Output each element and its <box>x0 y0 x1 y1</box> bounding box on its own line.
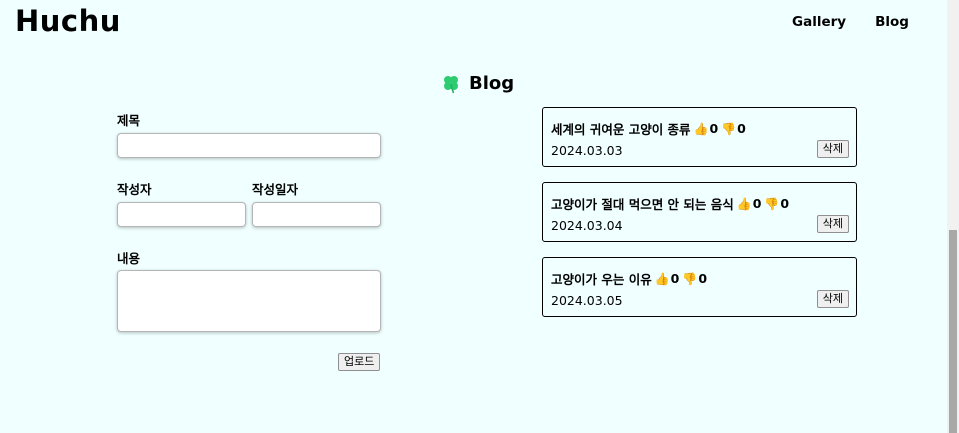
thumbs-down-icon[interactable]: 👎 <box>682 272 697 286</box>
thumbs-up-icon[interactable]: 👍 <box>655 272 670 286</box>
like-count: 0 <box>752 196 762 211</box>
post-date: 2024.03.03 <box>551 143 623 158</box>
dislike-count: 0 <box>737 121 746 136</box>
like-count: 0 <box>670 271 680 286</box>
date-input[interactable] <box>252 202 381 227</box>
post-title-text: 고양이가 우는 이유 <box>551 272 652 287</box>
post-item[interactable]: 고양이가 절대 먹으면 안 되는 음식 👍 0 👎 0 2024.03.04 삭… <box>542 182 857 242</box>
post-item[interactable]: 고양이가 우는 이유 👍 0 👎 0 2024.03.05 삭제 <box>542 257 857 317</box>
dislike-count: 0 <box>698 271 708 286</box>
four-leaf-clover-icon <box>444 75 458 93</box>
author-label: 작성자 <box>117 182 152 197</box>
post-title: 고양이가 우는 이유 👍 0 👎 0 <box>551 269 707 288</box>
nav-gallery[interactable]: Gallery <box>792 14 846 30</box>
upload-button[interactable]: 업로드 <box>338 353 381 371</box>
logo[interactable]: Huchu <box>15 4 121 38</box>
page-title: Blog <box>441 73 514 94</box>
thumbs-down-icon[interactable]: 👎 <box>764 197 779 211</box>
thumbs-up-icon[interactable]: 👍 <box>737 197 752 211</box>
post-title-text: 세계의 귀여운 고양이 종류 <box>551 122 691 137</box>
content-textarea[interactable] <box>117 270 381 332</box>
thumbs-up-icon[interactable]: 👍 <box>694 122 709 136</box>
date-label: 작성일자 <box>252 182 299 197</box>
delete-button[interactable]: 삭제 <box>816 140 849 158</box>
nav-blog[interactable]: Blog <box>875 14 909 30</box>
dislike-count: 0 <box>780 196 790 211</box>
page-title-text: Blog <box>469 73 515 94</box>
post-title: 세계의 귀여운 고양이 종류 👍 0 👎 0 <box>551 119 746 138</box>
like-count: 0 <box>709 121 719 136</box>
title-label: 제목 <box>117 113 141 128</box>
delete-button[interactable]: 삭제 <box>816 215 849 233</box>
post-date: 2024.03.04 <box>551 218 623 233</box>
page-scrollbar[interactable] <box>947 0 959 433</box>
thumbs-down-icon[interactable]: 👎 <box>721 122 736 136</box>
content-label: 내용 <box>117 251 141 266</box>
title-input[interactable] <box>117 133 381 158</box>
post-item[interactable]: 세계의 귀여운 고양이 종류 👍 0 👎 0 2024.03.03 삭제 <box>542 107 857 167</box>
main-nav: Gallery Blog <box>792 14 909 30</box>
scrollbar-thumb[interactable] <box>949 230 957 433</box>
post-date: 2024.03.05 <box>551 293 623 308</box>
post-title: 고양이가 절대 먹으면 안 되는 음식 👍 0 👎 0 <box>551 194 789 213</box>
delete-button[interactable]: 삭제 <box>816 290 849 308</box>
author-input[interactable] <box>117 202 246 227</box>
post-title-text: 고양이가 절대 먹으면 안 되는 음식 <box>551 197 734 212</box>
